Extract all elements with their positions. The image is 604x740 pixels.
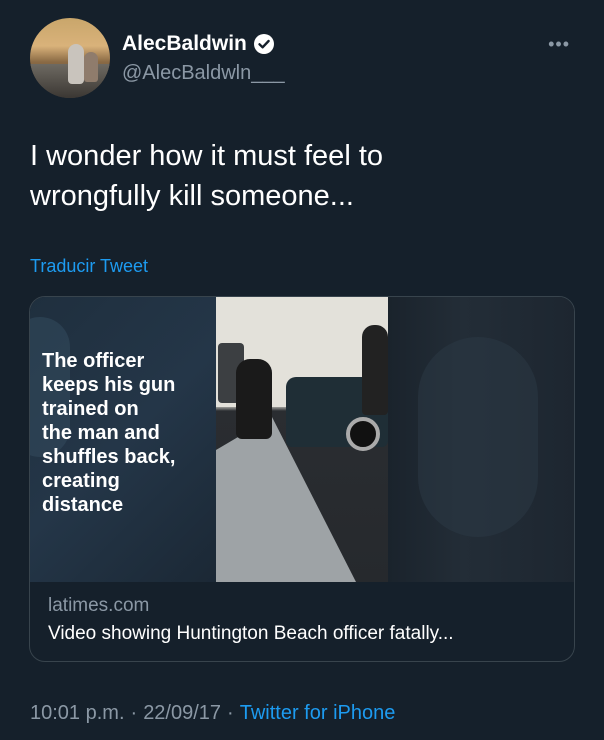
card-image-right-panel: [388, 297, 574, 582]
footer-separator: ·: [227, 702, 234, 724]
avatar[interactable]: [30, 18, 110, 98]
scene-wheel: [346, 417, 380, 451]
card-image-caption: The officer keeps his gun trained on the…: [42, 350, 176, 516]
avatar-figure: [68, 44, 84, 84]
avatar-figure: [84, 52, 98, 82]
tweet-source-link[interactable]: Twitter for iPhone: [240, 702, 396, 725]
scene-officer: [362, 325, 388, 415]
card-image: The officer keeps his gun trained on the…: [30, 297, 574, 582]
card-meta: latimes.com Video showing Huntington Bea…: [30, 582, 574, 661]
scene-person: [236, 359, 272, 439]
footer-separator: ·: [130, 702, 138, 724]
tweet-time[interactable]: 10:01 p.m.: [30, 702, 125, 725]
link-card[interactable]: The officer keeps his gun trained on the…: [29, 296, 575, 662]
tweet-text: I wonder how it must feel to wrongfully …: [30, 140, 383, 212]
verified-badge-icon: [253, 33, 275, 55]
tweet-footer: 10:01 p.m. · 22/09/17 · Twitter for iPho…: [30, 702, 395, 725]
tweet-date[interactable]: 22/09/17: [143, 702, 221, 725]
card-image-scene: [216, 297, 388, 582]
card-domain: latimes.com: [48, 595, 150, 616]
display-name[interactable]: AlecBaldwin: [122, 32, 247, 56]
author-name-row: AlecBaldwin: [122, 32, 275, 56]
more-options-icon[interactable]: •••: [548, 34, 570, 55]
author-handle[interactable]: @AlecBaldwln___: [122, 62, 285, 85]
card-image-left-panel: The officer keeps his gun trained on the…: [30, 297, 216, 582]
translate-tweet-link[interactable]: Traducir Tweet: [30, 256, 148, 277]
blur-shape: [418, 337, 538, 537]
tweet: AlecBaldwin @AlecBaldwln___ ••• I wonder…: [0, 0, 604, 740]
card-title: Video showing Huntington Beach officer f…: [48, 623, 454, 644]
